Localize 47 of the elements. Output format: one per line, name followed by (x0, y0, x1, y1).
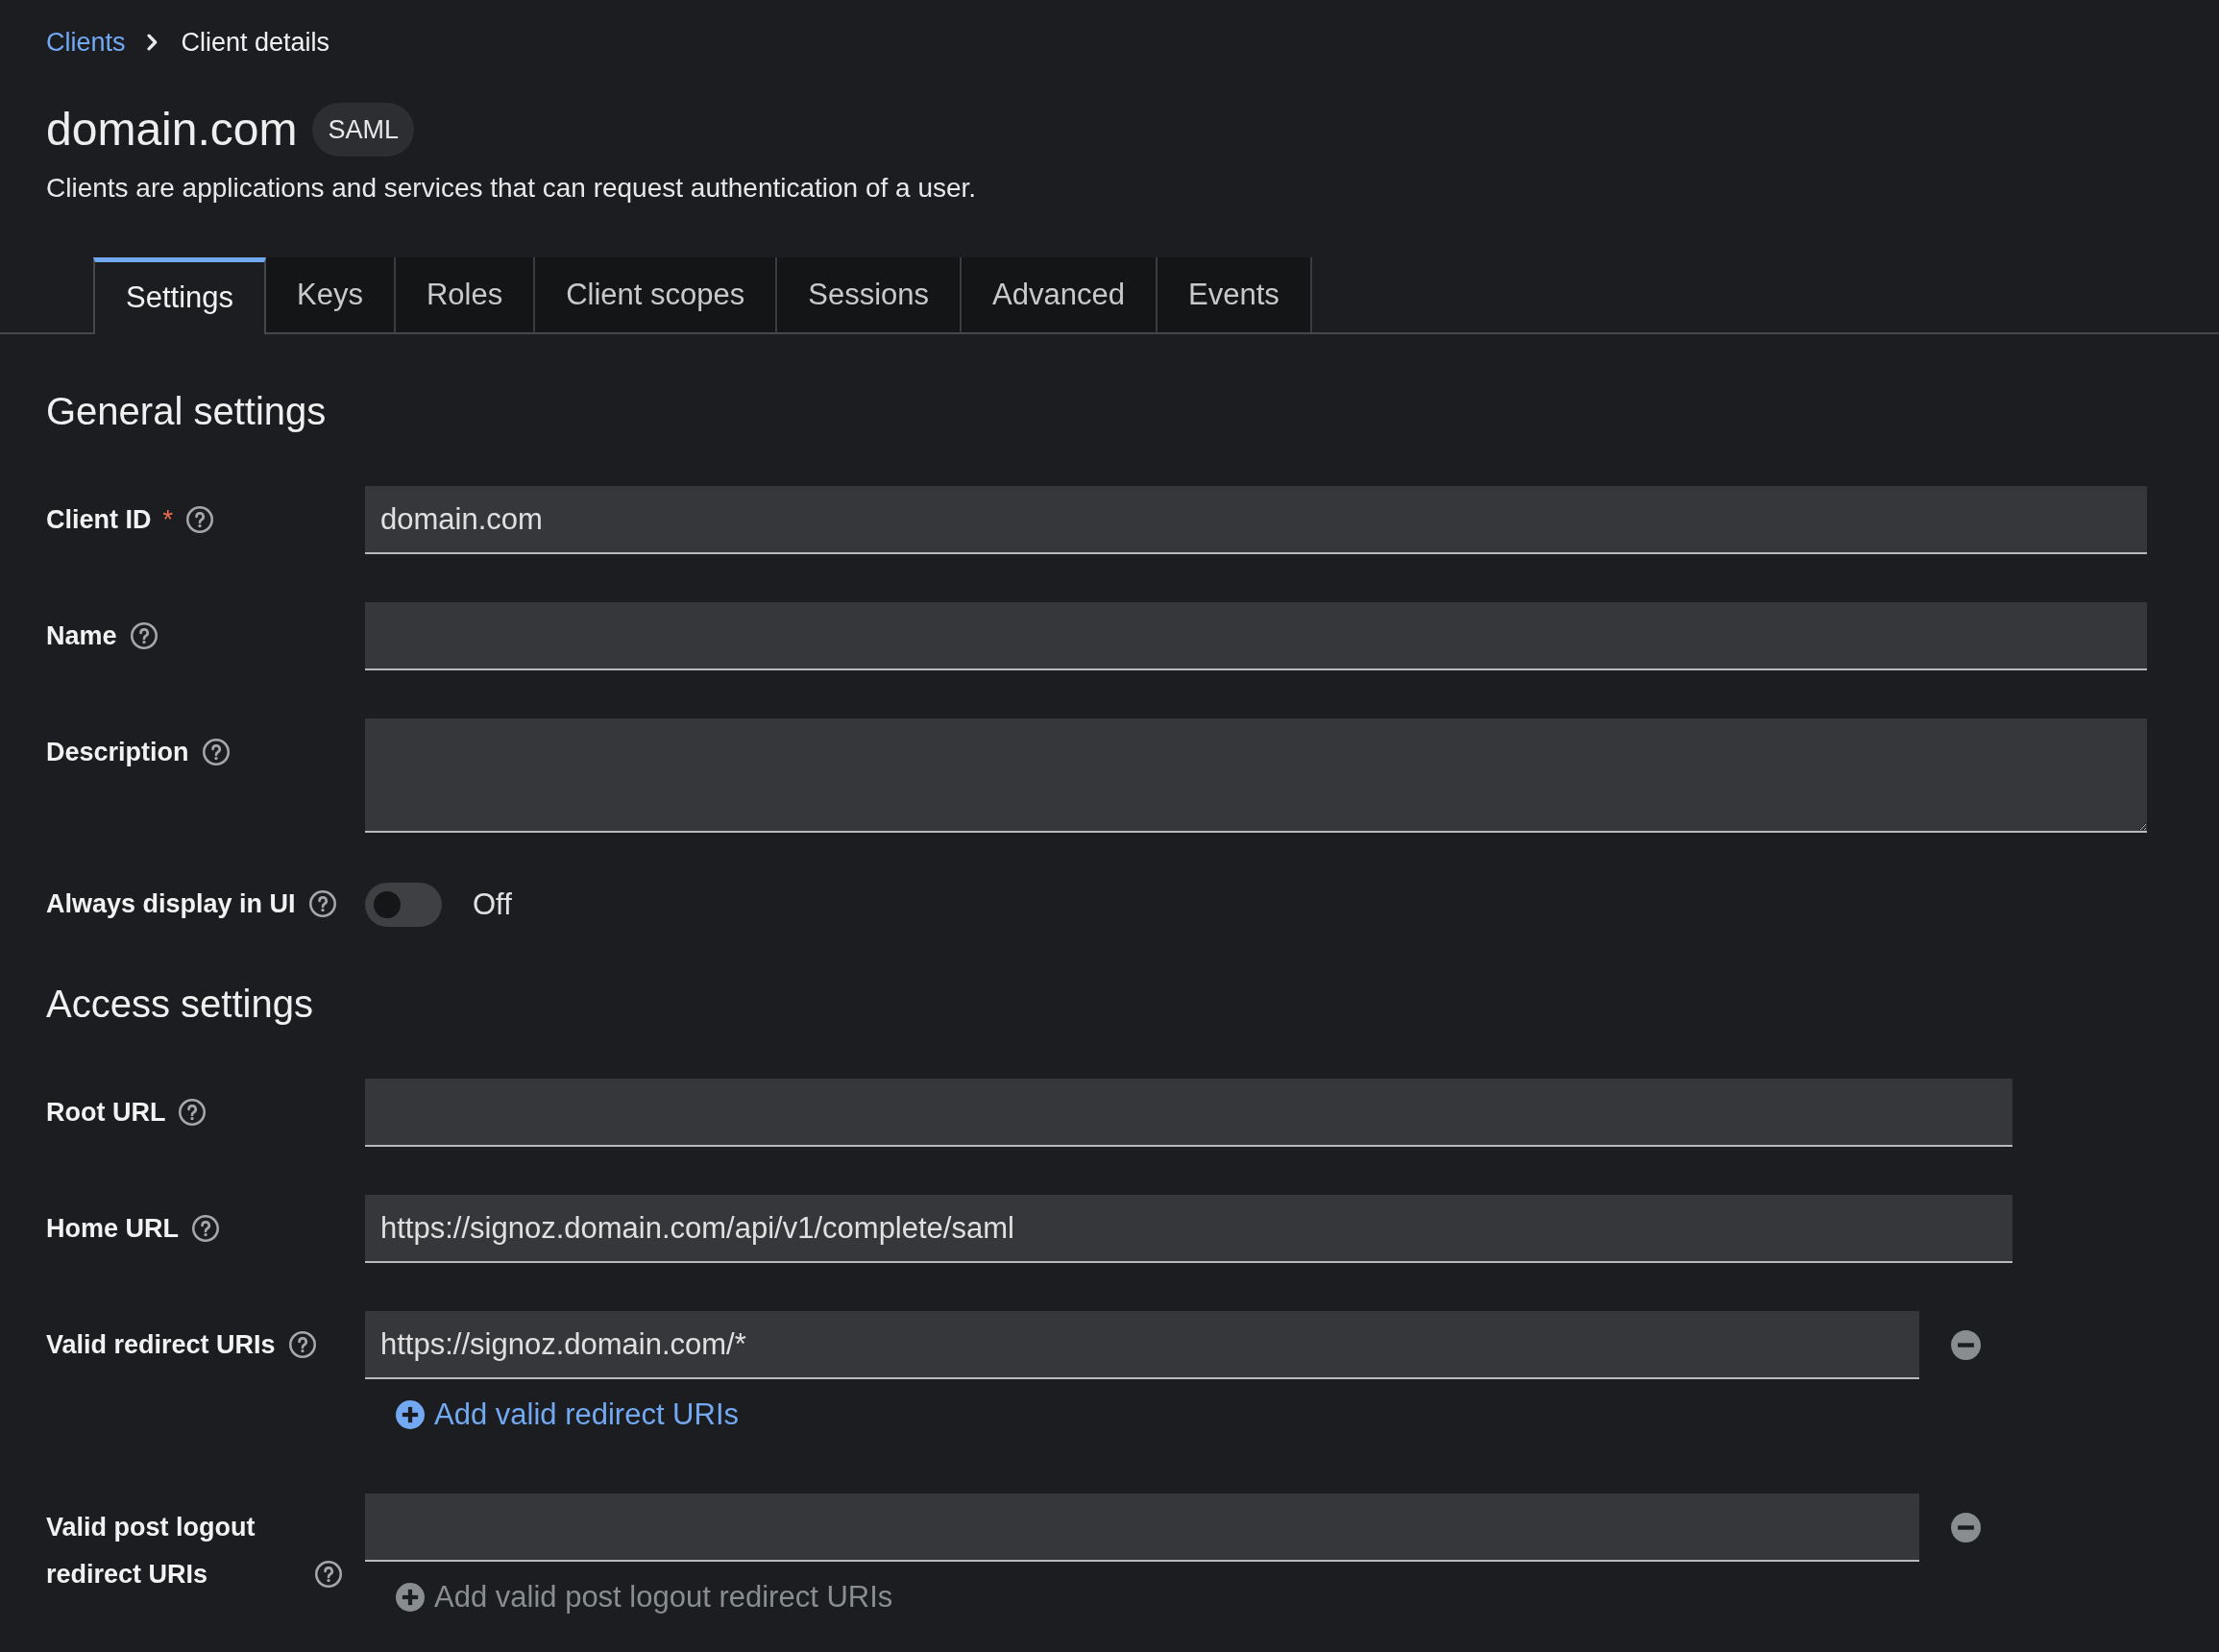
tab[interactable]: Advanced (962, 257, 1158, 332)
tab[interactable]: Sessions (777, 257, 963, 332)
field-label: Root URL (46, 1097, 166, 1129)
chevron-right-icon (146, 34, 158, 51)
text-field[interactable]: https://signoz.domain.com/api/v1/complete/saml (365, 1195, 2012, 1263)
toggle-switch[interactable] (365, 882, 442, 927)
remove-button[interactable] (1951, 1330, 1981, 1360)
help-icon[interactable] (288, 1331, 316, 1359)
help-icon[interactable] (179, 1099, 207, 1127)
field-label: Valid redirect URIs (46, 1329, 276, 1361)
remove-button[interactable] (1951, 1513, 1981, 1543)
plus-circle-icon (396, 1400, 425, 1429)
protocol-badge: SAML (312, 103, 414, 157)
text-field[interactable]: domain.com (365, 486, 2147, 554)
field-label: Always display in UI (46, 888, 296, 920)
help-icon[interactable] (202, 739, 230, 766)
field-label: Home URL (46, 1213, 179, 1245)
help-icon[interactable] (308, 890, 336, 918)
text-field[interactable]: https://signoz.domain.com/* (365, 1311, 1919, 1379)
plus-circle-icon (396, 1583, 425, 1612)
text-field[interactable] (365, 1079, 2012, 1147)
tab[interactable]: Client scopes (535, 257, 778, 332)
field-label: Valid post logout redirect URIs (46, 1512, 256, 1591)
section-heading: Access settings (46, 982, 314, 1027)
help-icon[interactable] (186, 506, 214, 534)
breadcrumb-current: Client details (181, 26, 330, 59)
tab[interactable]: Keys (266, 257, 396, 332)
help-icon[interactable] (130, 622, 158, 650)
tab[interactable]: Roles (395, 257, 536, 332)
add-link[interactable]: Add valid redirect URIs (396, 1396, 739, 1434)
toggle-state-label: Off (473, 886, 512, 923)
tab[interactable]: Settings (93, 257, 266, 334)
page-title: domain.com (46, 103, 298, 157)
section-heading: General settings (46, 389, 328, 434)
minus-circle-icon (1951, 1513, 1981, 1543)
field-label: Name (46, 620, 117, 652)
breadcrumb-link[interactable]: Clients (46, 22, 126, 62)
minus-circle-icon (1951, 1330, 1981, 1360)
text-field[interactable] (365, 602, 2147, 670)
page-description: Clients are applications and services that can request authentication of a user. (46, 172, 978, 205)
tab[interactable]: Events (1158, 257, 1312, 332)
field-label: Description (46, 737, 189, 768)
help-icon[interactable] (192, 1215, 219, 1243)
help-icon[interactable] (315, 1561, 342, 1589)
required-asterisk: * (162, 505, 174, 534)
text-field[interactable] (365, 1494, 1919, 1562)
field-label: Client ID (46, 504, 152, 536)
